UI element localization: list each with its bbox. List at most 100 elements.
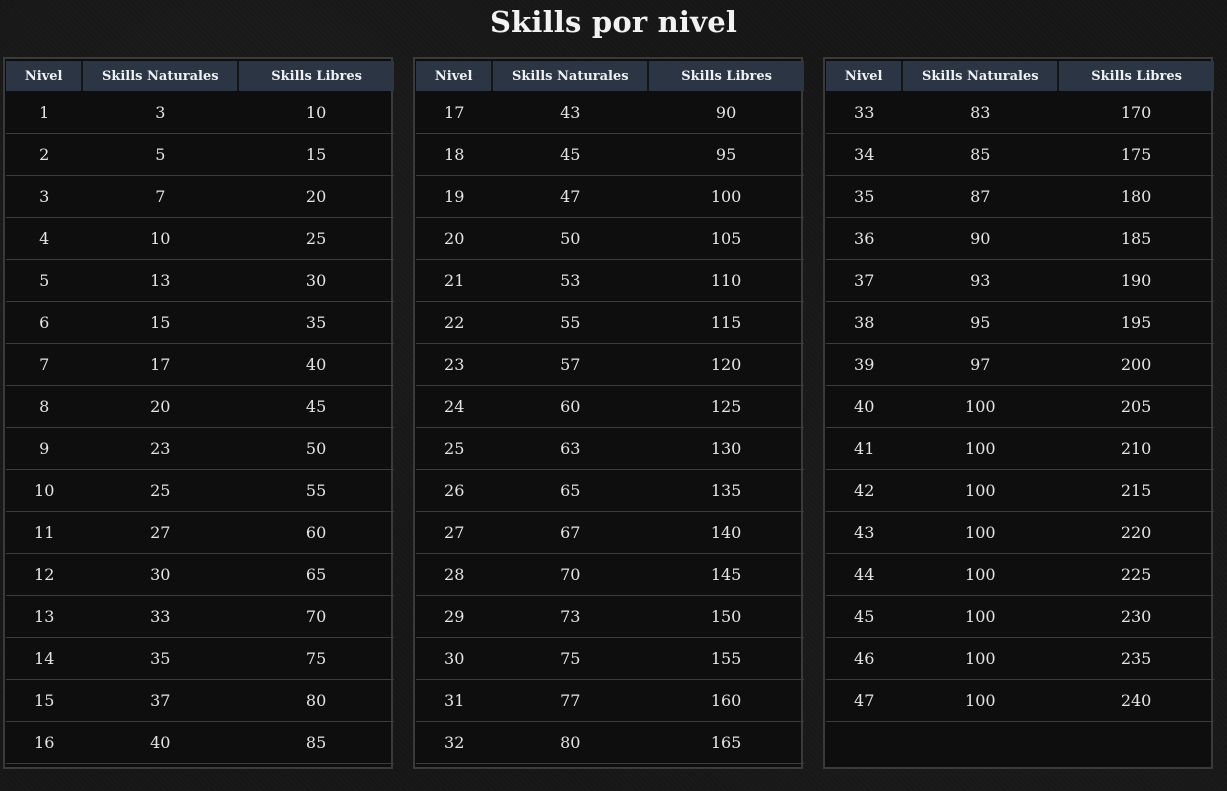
cell-skills-libres: 90 bbox=[648, 91, 804, 134]
cell-nivel: 20 bbox=[416, 217, 493, 260]
table-row: 1 3 10 bbox=[6, 91, 394, 134]
cell-nivel: 44 bbox=[826, 553, 903, 596]
cell-nivel: 16 bbox=[6, 721, 83, 764]
table-row: 39 97 200 bbox=[826, 343, 1214, 386]
cell-skills-naturales: 20 bbox=[82, 385, 239, 428]
cell-skills-libres: 40 bbox=[238, 343, 394, 386]
cell-nivel: 19 bbox=[416, 175, 493, 218]
cell-skills-libres: 95 bbox=[648, 133, 804, 176]
cell-nivel: 40 bbox=[826, 385, 903, 428]
header-nivel: Nivel bbox=[416, 61, 494, 91]
cell-nivel: 25 bbox=[416, 427, 493, 470]
header-nivel: Nivel bbox=[6, 61, 84, 91]
cell-nivel: 26 bbox=[416, 469, 493, 512]
table-row: 45 100 230 bbox=[826, 595, 1214, 638]
cell-skills-naturales: 70 bbox=[492, 553, 649, 596]
cell-nivel: 38 bbox=[826, 301, 903, 344]
cell-skills-libres: 50 bbox=[238, 427, 394, 470]
cell-skills-naturales: 73 bbox=[492, 595, 649, 638]
table-row: 44 100 225 bbox=[826, 553, 1214, 596]
cell-skills-libres: 240 bbox=[1058, 679, 1214, 722]
skills-table-3: Nivel Skills Naturales Skills Libres 33 8… bbox=[823, 57, 1214, 769]
cell-skills-naturales: 100 bbox=[902, 679, 1059, 722]
cell-skills-libres: 105 bbox=[648, 217, 804, 260]
cell-skills-naturales: 100 bbox=[902, 595, 1059, 638]
cell-nivel: 47 bbox=[826, 679, 903, 722]
page-title: Skills por nivel bbox=[489, 5, 738, 39]
cell-nivel: 27 bbox=[416, 511, 493, 554]
cell-skills-libres: 145 bbox=[648, 553, 804, 596]
cell-nivel: 23 bbox=[416, 343, 493, 386]
table-row: 27 67 140 bbox=[416, 511, 804, 554]
table-row: 10 25 55 bbox=[6, 469, 394, 512]
cell-skills-naturales: 53 bbox=[492, 259, 649, 302]
cell-skills-libres: 220 bbox=[1058, 511, 1214, 554]
cell-skills-naturales: 55 bbox=[492, 301, 649, 344]
cell-skills-naturales: 23 bbox=[82, 427, 239, 470]
cell-nivel: 12 bbox=[6, 553, 83, 596]
cell-skills-libres: 75 bbox=[238, 637, 394, 680]
cell-nivel: 37 bbox=[826, 259, 903, 302]
cell-skills-libres: 70 bbox=[238, 595, 394, 638]
cell-nivel: 21 bbox=[416, 259, 493, 302]
cell-nivel: 46 bbox=[826, 637, 903, 680]
header-nivel: Nivel bbox=[826, 61, 904, 91]
header-skills-libres: Skills Libres bbox=[648, 61, 804, 91]
cell-skills-naturales: 30 bbox=[82, 553, 239, 596]
skills-table: Nivel Skills Naturales Skills Libres 17 4… bbox=[416, 61, 804, 764]
cell-skills-libres: 155 bbox=[648, 637, 804, 680]
cell-skills-naturales: 27 bbox=[82, 511, 239, 554]
table-row: 26 65 135 bbox=[416, 469, 804, 512]
header-skills-naturales: Skills Naturales bbox=[492, 61, 650, 91]
cell-skills-naturales: 50 bbox=[492, 217, 649, 260]
cell-nivel: 39 bbox=[826, 343, 903, 386]
table-row: 46 100 235 bbox=[826, 637, 1214, 680]
cell-skills-naturales: 83 bbox=[902, 91, 1059, 134]
table-row: 4 10 25 bbox=[6, 217, 394, 260]
cell-skills-libres: 160 bbox=[648, 679, 804, 722]
cell-skills-naturales: 25 bbox=[82, 469, 239, 512]
table-row: 47 100 240 bbox=[826, 679, 1214, 722]
table-row: 3 7 20 bbox=[6, 175, 394, 218]
cell-skills-naturales: 7 bbox=[82, 175, 239, 218]
skills-table-1: Nivel Skills Naturales Skills Libres 131… bbox=[3, 57, 394, 769]
cell-skills-libres: 15 bbox=[238, 133, 394, 176]
cell-skills-libres: 195 bbox=[1058, 301, 1214, 344]
cell-skills-naturales: 100 bbox=[902, 553, 1059, 596]
table-row: 20 50 105 bbox=[416, 217, 804, 260]
cell-skills-libres: 190 bbox=[1058, 259, 1214, 302]
table-row: 40 100 205 bbox=[826, 385, 1214, 428]
cell-skills-naturales: 95 bbox=[902, 301, 1059, 344]
cell-nivel: 1 bbox=[6, 91, 83, 134]
cell-nivel: 8 bbox=[6, 385, 83, 428]
table-row: 16 40 85 bbox=[6, 721, 394, 764]
cell-nivel: 32 bbox=[416, 721, 493, 764]
table-row: 37 93 190 bbox=[826, 259, 1214, 302]
table-row: 33 83 170 bbox=[826, 91, 1214, 134]
cell-nivel: 5 bbox=[6, 259, 83, 302]
table-row: 8 20 45 bbox=[6, 385, 394, 428]
cell-skills-libres: 140 bbox=[648, 511, 804, 554]
table-row: 15 37 80 bbox=[6, 679, 394, 722]
cell-nivel: 35 bbox=[826, 175, 903, 218]
cell-nivel: 14 bbox=[6, 637, 83, 680]
cell-skills-libres: 55 bbox=[238, 469, 394, 512]
cell-skills-naturales: 3 bbox=[82, 91, 239, 134]
cell-skills-libres: 25 bbox=[238, 217, 394, 260]
table-header-row: Nivel Skills Naturales Skills Libres bbox=[416, 61, 804, 91]
cell-skills-libres: 210 bbox=[1058, 427, 1214, 470]
cell-skills-libres: 185 bbox=[1058, 217, 1214, 260]
table-row: 31 77 160 bbox=[416, 679, 804, 722]
cell-nivel: 10 bbox=[6, 469, 83, 512]
table-row: 35 87 180 bbox=[826, 175, 1214, 218]
table-row: 41 100 210 bbox=[826, 427, 1214, 470]
cell-nivel: 4 bbox=[6, 217, 83, 260]
skills-table-2: Nivel Skills Naturales Skills Libres 17 4… bbox=[413, 57, 804, 769]
cell-skills-naturales: 97 bbox=[902, 343, 1059, 386]
cell-skills-naturales: 43 bbox=[492, 91, 649, 134]
cell-nivel: 2 bbox=[6, 133, 83, 176]
cell-skills-libres: 45 bbox=[238, 385, 394, 428]
cell-nivel: 24 bbox=[416, 385, 493, 428]
table-row: 43 100 220 bbox=[826, 511, 1214, 554]
header-skills-naturales: Skills Naturales bbox=[902, 61, 1060, 91]
